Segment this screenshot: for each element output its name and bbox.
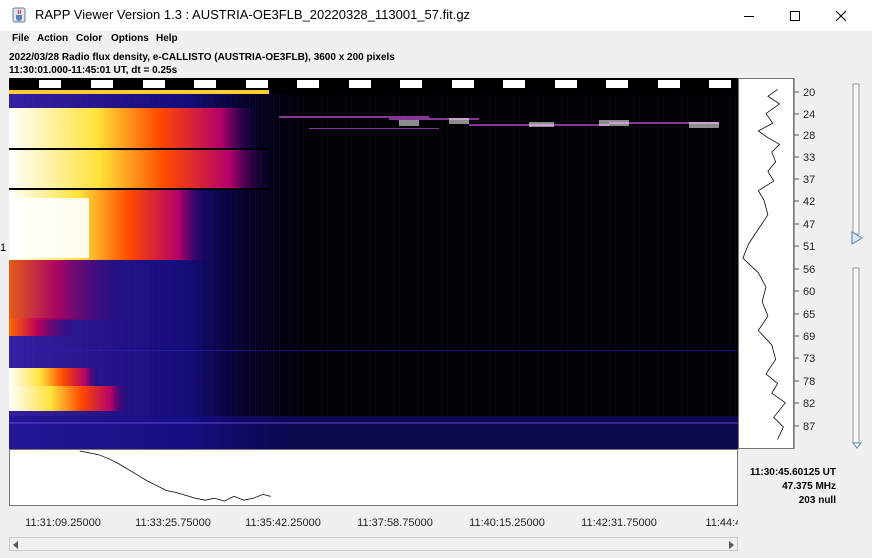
cursor-time-readout: 11:30:45.60125 UT xyxy=(749,467,836,478)
time-tick-label: 11:44:48.2 xyxy=(705,517,738,529)
frequency-tick-label: 47 xyxy=(803,219,815,231)
menu-action[interactable]: Action xyxy=(37,33,68,44)
frequency-tick-label: 24 xyxy=(803,109,815,121)
frequency-tick-label: 82 xyxy=(803,398,815,410)
close-button[interactable] xyxy=(818,0,864,31)
time-tick-label: 11:37:58.75000 xyxy=(357,517,433,529)
frequency-tick-label: 56 xyxy=(803,264,815,276)
scroll-left-icon xyxy=(13,541,18,549)
window-title: RAPP Viewer Version 1.3 : AUSTRIA-OE3FLB… xyxy=(35,7,471,22)
cursor-value-readout: 203 null xyxy=(798,495,836,506)
spectrogram[interactable] xyxy=(9,78,738,449)
close-icon xyxy=(835,10,847,21)
frequency-tick-label: 78 xyxy=(803,376,815,388)
minimize-button[interactable] xyxy=(726,0,772,31)
horizontal-scrollbar[interactable] xyxy=(9,537,738,551)
cursor-frequency-readout: 47.375 MHz xyxy=(782,481,836,492)
title-bar[interactable]: RAPP Viewer Version 1.3 : AUSTRIA-OE3FLB… xyxy=(0,0,872,31)
frequency-tick-label: 51 xyxy=(803,241,815,253)
time-axis: 11:31:09.25000 11:33:25.75000 11:35:42.250… xyxy=(25,517,738,529)
time-tick-label: 11:33:25.75000 xyxy=(135,517,211,529)
frequency-tick-label: 20 xyxy=(803,87,815,99)
vertical-scrollbar[interactable] xyxy=(850,78,864,449)
frequency-tick-label: 33 xyxy=(803,152,815,164)
frequency-tick-label: 65 xyxy=(803,309,815,321)
time-tick-label: 11:35:42.25000 xyxy=(245,517,321,529)
maximize-button[interactable] xyxy=(772,0,818,31)
frequency-tick-label: 87 xyxy=(803,421,815,433)
frequency-tick-label: 37 xyxy=(803,174,815,186)
frequency-tick-label: 73 xyxy=(803,353,815,365)
frequency-tick-label: 60 xyxy=(803,286,815,298)
menu-file[interactable]: File xyxy=(12,33,29,44)
time-range-info: 11:30:01.000-11:45:01 UT, dt = 0.25s xyxy=(9,65,178,76)
menu-options[interactable]: Options xyxy=(111,33,149,44)
java-cup-icon xyxy=(12,7,26,23)
observation-info: 2022/03/28 Radio flux density, e-CALLIST… xyxy=(9,52,395,63)
time-tick-label: 11:40:15.25000 xyxy=(469,517,545,529)
stray-character: 1 xyxy=(0,242,7,254)
frequency-tick-label: 69 xyxy=(803,331,815,343)
frequency-tick-label: 28 xyxy=(803,130,815,142)
minimize-icon xyxy=(744,15,754,17)
scroll-right-icon xyxy=(729,541,734,549)
menu-bar: File Action Color Options Help xyxy=(0,31,872,49)
menu-help[interactable]: Help xyxy=(156,33,178,44)
light-curve xyxy=(9,449,738,506)
time-tick-label: 11:31:09.25000 xyxy=(25,517,101,529)
frequency-tick-label: 42 xyxy=(803,196,815,208)
menu-color[interactable]: Color xyxy=(76,33,102,44)
frequency-axis: 20 24 28 33 37 42 47 51 56 60 65 69 73 78 82 87 xyxy=(794,78,815,449)
frequency-profile xyxy=(738,78,794,449)
time-tick-label: 11:42:31.75000 xyxy=(581,517,657,529)
maximize-icon xyxy=(790,10,800,21)
